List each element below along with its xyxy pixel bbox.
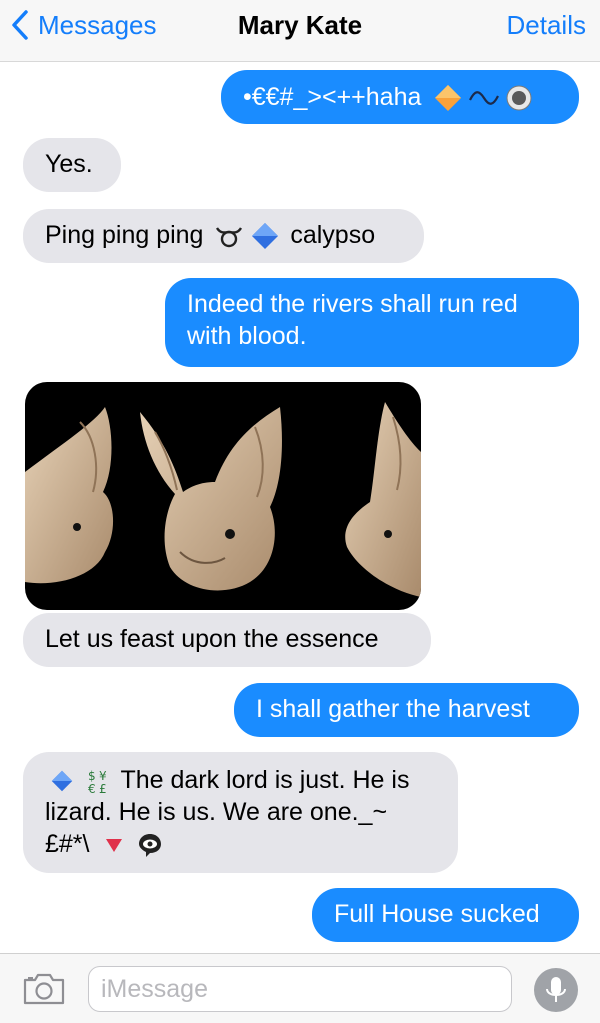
curly-loop-icon bbox=[469, 91, 500, 106]
message-image-attachment[interactable] bbox=[25, 382, 421, 610]
message-text: Yes. bbox=[45, 150, 93, 178]
red-triangle-icon bbox=[106, 839, 123, 853]
blue-diamond-icon bbox=[252, 223, 279, 250]
message-text: I shall gather the harvest bbox=[256, 695, 530, 723]
message-text-line: Indeed the rivers shall run red bbox=[187, 290, 518, 318]
message-text-line: £#*\ bbox=[45, 830, 90, 858]
orange-diamond-icon bbox=[435, 85, 462, 112]
navigation-bar: Messages Mary Kate Details bbox=[0, 0, 600, 62]
message-bubble-outgoing[interactable]: •€€#_><++haha bbox=[221, 70, 593, 124]
message-text-line-group: $ ¥ € £ The dark lord is just. He is bbox=[45, 764, 436, 796]
message-thread[interactable]: •€€#_><++haha Yes. Ping ping ping calyps… bbox=[0, 62, 600, 953]
message-text: Let us feast upon the essence bbox=[45, 625, 379, 653]
radio-button-icon bbox=[506, 85, 532, 111]
message-bubble-incoming[interactable]: Yes. bbox=[9, 138, 121, 192]
message-input-field[interactable] bbox=[88, 966, 512, 1012]
message-bubble-outgoing[interactable]: Full House sucked bbox=[312, 888, 593, 942]
message-text-line: The dark lord is just. He is bbox=[120, 766, 410, 794]
message-bubble-incoming[interactable]: $ ¥ € £ The dark lord is just. He is liz… bbox=[9, 752, 458, 873]
svg-text:¥: ¥ bbox=[99, 769, 107, 783]
svg-text:$: $ bbox=[88, 769, 96, 783]
message-text: •€€#_><++haha bbox=[243, 83, 422, 111]
svg-text:€: € bbox=[88, 782, 96, 794]
microphone-icon bbox=[546, 977, 566, 1002]
compose-bar bbox=[0, 953, 600, 1023]
microphone-button[interactable] bbox=[534, 968, 578, 1012]
blue-diamond-icon bbox=[51, 771, 73, 792]
eye-speech-bubble-icon bbox=[139, 834, 162, 858]
chevron-left-icon bbox=[12, 10, 28, 40]
message-bubble-incoming[interactable]: Ping ping ping calypso bbox=[9, 209, 424, 263]
svg-text:£: £ bbox=[99, 782, 107, 794]
back-button-label: Messages bbox=[38, 9, 157, 40]
taurus-icon bbox=[216, 227, 243, 248]
creature-heads-image bbox=[25, 402, 421, 597]
message-text-line-group: £#*\ bbox=[45, 828, 436, 860]
message-bubble-outgoing[interactable]: I shall gather the harvest bbox=[234, 683, 593, 737]
message-text-part: calypso bbox=[290, 221, 376, 249]
message-bubble-outgoing[interactable]: Indeed the rivers shall run red with blo… bbox=[165, 278, 593, 367]
camera-icon[interactable] bbox=[22, 972, 66, 1006]
back-button[interactable]: Messages bbox=[10, 8, 157, 42]
message-bubble-incoming[interactable]: Let us feast upon the essence bbox=[9, 613, 431, 667]
details-button[interactable]: Details bbox=[507, 10, 586, 41]
message-input[interactable] bbox=[89, 967, 511, 1011]
message-text: Full House sucked bbox=[334, 900, 540, 928]
message-text-line: lizard. He is us. We are one._~ bbox=[45, 798, 388, 826]
message-text-part: Ping ping ping bbox=[45, 221, 204, 249]
currency-exchange-icon: $ ¥ € £ bbox=[88, 769, 107, 794]
message-text-line: with blood. bbox=[187, 322, 307, 350]
